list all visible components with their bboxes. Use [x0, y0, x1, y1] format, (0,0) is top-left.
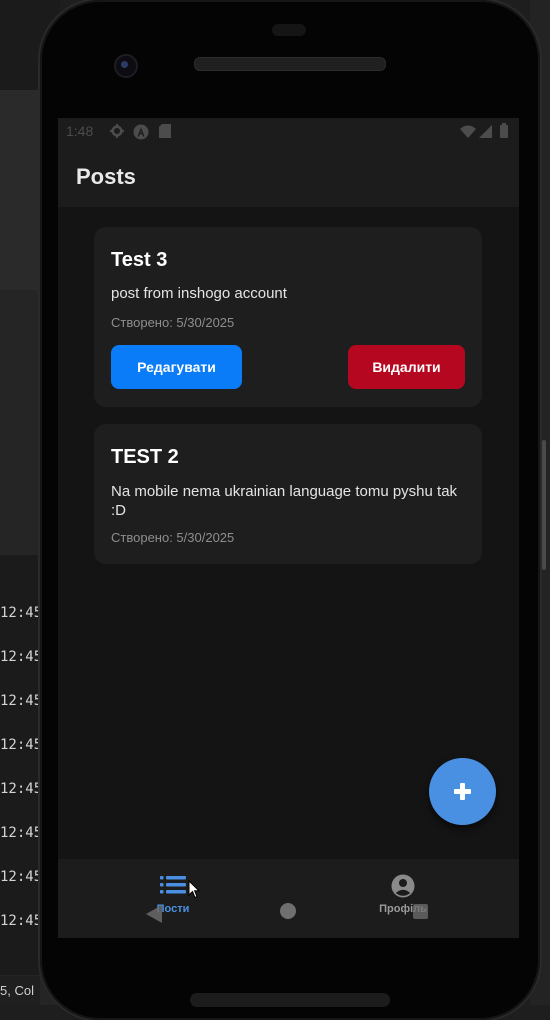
- app-screen: 1:48 Posts Test 3 post from inshogo acco…: [58, 118, 519, 938]
- nav-tab-posts[interactable]: Пости: [113, 859, 233, 938]
- delete-post-button[interactable]: Видалити: [348, 345, 465, 389]
- list-icon: [160, 876, 186, 894]
- android-a-icon: [133, 124, 149, 140]
- post-body: Na mobile nema ukrainian language tomu p…: [111, 483, 458, 519]
- post-date: Створено: 5/30/2025: [111, 315, 235, 330]
- add-post-button[interactable]: [429, 758, 496, 825]
- back-icon[interactable]: [146, 905, 162, 923]
- log-timestamp: 12:45: [0, 737, 43, 753]
- post-title: TEST 2: [111, 446, 179, 468]
- status-time: 1:48: [66, 123, 94, 139]
- post-card: Test 3 post from inshogo account Створен…: [94, 227, 482, 407]
- log-timestamp: 12:45: [0, 781, 43, 797]
- post-card: TEST 2 Na mobile nema ukrainian language…: [94, 424, 482, 564]
- log-timestamp: 12:45: [0, 869, 43, 885]
- front-camera: [114, 54, 138, 78]
- settings-icon: [110, 124, 124, 138]
- log-timestamp: 12:45: [0, 605, 43, 621]
- nav-label-profile: Профіль: [379, 903, 427, 915]
- post-body: post from inshogo account: [111, 285, 287, 302]
- account-circle-icon: [391, 874, 415, 898]
- log-timestamp: 12:45: [0, 825, 43, 841]
- editor-status-col: 5, Col: [0, 976, 40, 1005]
- status-bar: 1:48: [58, 118, 519, 144]
- nav-label-posts: Пости: [156, 903, 190, 915]
- edit-post-button[interactable]: Редагувати: [111, 345, 242, 389]
- post-title: Test 3: [111, 249, 168, 271]
- bottom-navigation: Пости Профіль: [58, 859, 519, 938]
- nav-tab-profile[interactable]: Профіль: [343, 859, 463, 938]
- phone-top-sensor: [272, 24, 306, 36]
- earpiece-speaker: [194, 57, 386, 71]
- log-timestamp: 12:45: [0, 649, 43, 665]
- home-icon[interactable]: [280, 903, 296, 919]
- scrollbar-thumb[interactable]: [542, 440, 546, 570]
- post-date: Створено: 5/30/2025: [111, 530, 235, 545]
- log-timestamp: 12:45: [0, 693, 43, 709]
- wifi-icon: [460, 125, 476, 138]
- recents-icon[interactable]: [413, 904, 428, 919]
- app-header: Posts: [58, 144, 519, 207]
- cell-signal-icon: [479, 125, 492, 138]
- sd-card-icon: [159, 124, 171, 138]
- mouse-cursor-icon: [188, 880, 200, 899]
- battery-icon: [500, 123, 508, 138]
- page-title: Posts: [76, 164, 136, 189]
- log-timestamp: 12:45: [0, 913, 43, 929]
- plus-icon: [454, 783, 471, 800]
